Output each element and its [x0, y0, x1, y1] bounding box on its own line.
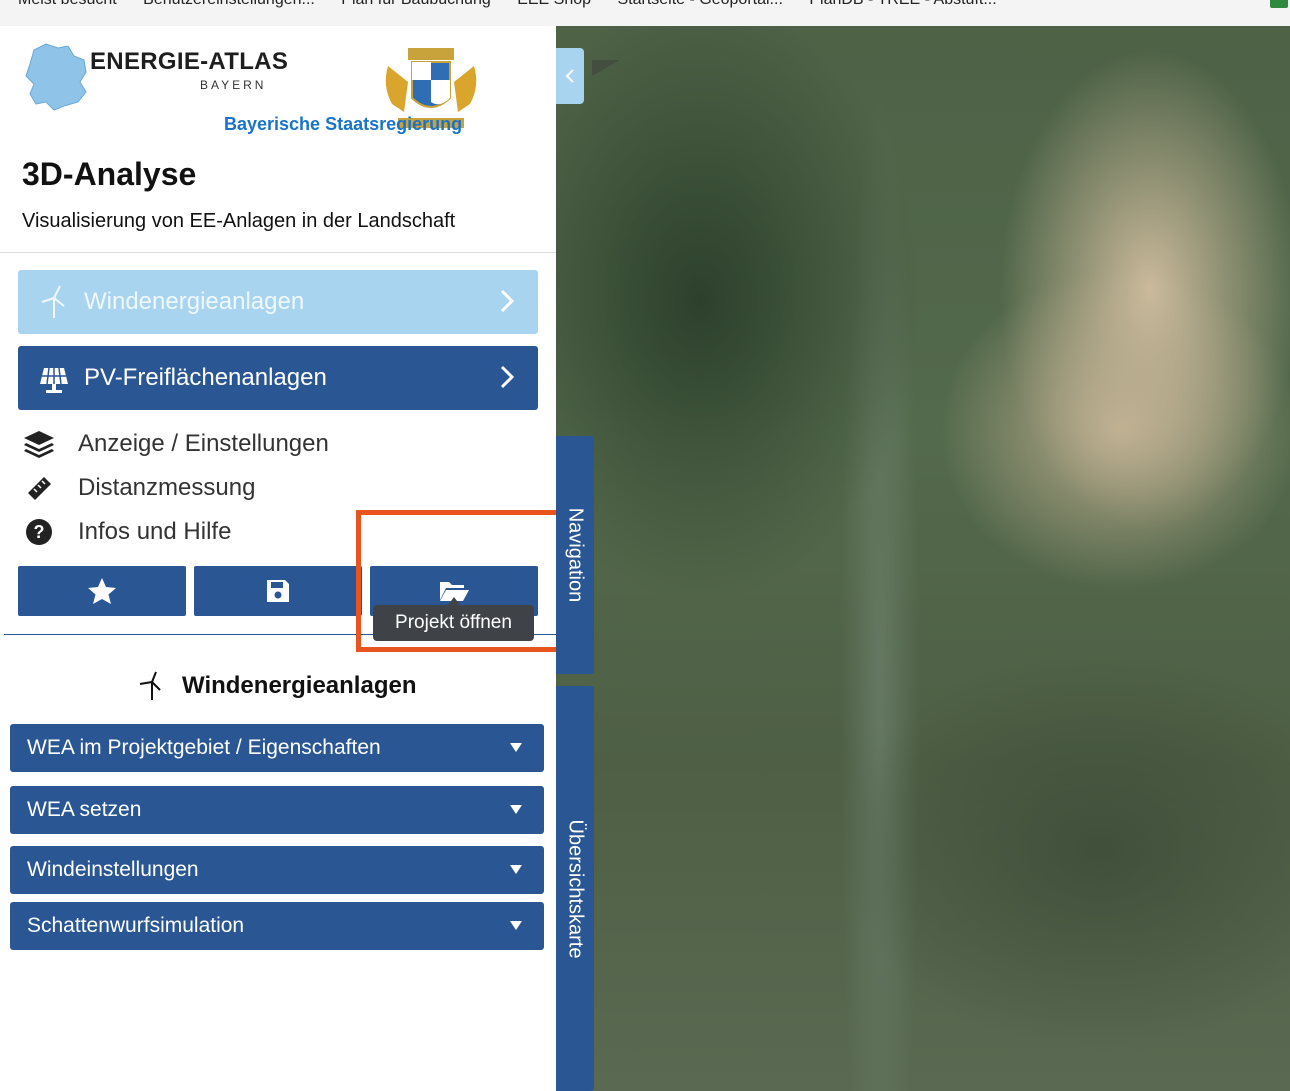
page-subtitle: Visualisierung von EE-Anlagen in der Lan… [22, 210, 456, 232]
accordion-schattenwurfsimulation[interactable]: Schattenwurfsimulation [10, 902, 544, 950]
accordion-wea-im-projektgebiet[interactable]: WEA im Projektgebiet / Eigenschaften [10, 724, 544, 772]
logo-subtitle: BAYERN [200, 78, 267, 92]
layers-icon [22, 427, 56, 461]
map-corner-marker [592, 60, 620, 76]
bookmark[interactable]: EEE Shop [517, 0, 591, 8]
chevron-right-icon [500, 289, 514, 313]
bookmark[interactable]: Benutzereinstellungen... [143, 0, 315, 8]
caret-down-icon [510, 805, 522, 814]
caret-down-icon [510, 865, 522, 874]
accordion-label: Schattenwurfsimulation [27, 914, 245, 937]
svg-text:?: ? [34, 522, 45, 542]
menu-item-infos-und-hilfe[interactable]: ? Infos und Hilfe [22, 512, 231, 552]
page-title: 3D-Analyse [22, 156, 197, 192]
menu-item-label: Infos und Hilfe [78, 518, 232, 545]
extension-icon[interactable] [1270, 0, 1288, 8]
accordion-wea-setzen[interactable]: WEA setzen [10, 786, 544, 834]
bookmarks-bar: Meist besucht Benutzereinstellungen... P… [0, 0, 1290, 27]
save-project-button[interactable] [194, 566, 362, 616]
tab-navigation[interactable]: Navigation [556, 436, 594, 674]
bookmark[interactable]: Startseite - Geoportal... [617, 0, 782, 8]
bookmark[interactable]: Plan für Baubuchung [341, 0, 490, 8]
windenergieanlagen-label: Windenergieanlagen [84, 288, 305, 315]
chevron-right-icon [500, 365, 514, 389]
accordion-label: Windeinstellungen [27, 858, 199, 881]
tab-label: Übersichtskarte [564, 819, 587, 958]
save-icon [267, 580, 289, 602]
section-heading-windenergieanlagen: Windenergieanlagen [138, 666, 417, 706]
accordion-windeinstellungen[interactable]: Windeinstellungen [10, 846, 544, 894]
chevron-left-icon [565, 69, 574, 83]
caret-down-icon [510, 921, 522, 930]
pv-freiflaechenanlagen-button[interactable]: PV-Freiflächenanlagen [18, 346, 538, 410]
favorites-button[interactable] [18, 566, 186, 616]
tab-label: Navigation [564, 507, 587, 603]
menu-item-label: Anzeige / Einstellungen [78, 430, 329, 457]
tab-uebersichtskarte[interactable]: Übersichtskarte [556, 686, 594, 1091]
menu-item-distanzmessung[interactable]: Distanzmessung [22, 468, 255, 508]
accordion-label: WEA setzen [27, 798, 142, 821]
accordion-label: WEA im Projektgebiet / Eigenschaften [27, 736, 381, 759]
bookmark[interactable]: PlanDB - TREE - Abstuft... [809, 0, 996, 8]
collapse-sidebar-button[interactable] [556, 48, 584, 104]
bookmark[interactable]: Meist besucht [18, 0, 117, 8]
star-icon [88, 578, 116, 604]
caret-down-icon [510, 743, 522, 752]
bavaria-map-logo [25, 43, 87, 111]
menu-item-label: Distanzmessung [78, 474, 256, 501]
highlight-annotation [356, 510, 561, 652]
ruler-icon [22, 471, 56, 505]
windenergieanlagen-button[interactable]: Windenergieanlagen [18, 270, 538, 334]
pv-freiflaechenanlagen-label: PV-Freiflächenanlagen [84, 364, 327, 391]
government-label: Bayerische Staatsregierung [224, 114, 463, 134]
question-circle-icon: ? [22, 515, 56, 549]
wind-turbine-icon [139, 671, 161, 700]
solar-panel-icon [40, 367, 68, 393]
divider [0, 252, 556, 253]
map-3d-view[interactable] [556, 26, 1290, 1091]
menu-item-anzeige-einstellungen[interactable]: Anzeige / Einstellungen [22, 424, 329, 464]
logo-title: ENERGIE-ATLAS [90, 48, 289, 75]
wind-turbine-icon [41, 285, 65, 318]
section-title: Windenergieanlagen [182, 672, 417, 699]
